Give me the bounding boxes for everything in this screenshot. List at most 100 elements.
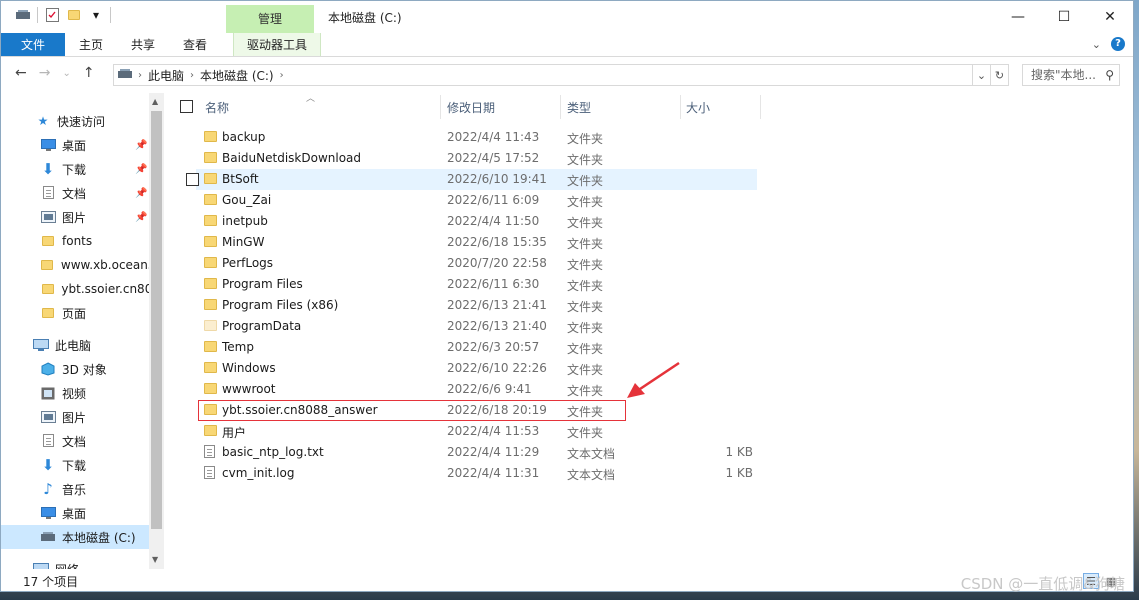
- table-row[interactable]: cvm_init.log 2022/4/4 11:31 文本文档 1 KB: [196, 463, 757, 484]
- watermark: CSDN @一直低调&狗塘: [960, 575, 1125, 593]
- document-icon: [40, 433, 56, 449]
- sidebar-item-pc-downloads[interactable]: ⬇ 下载: [1, 453, 149, 477]
- column-date[interactable]: 修改日期: [447, 99, 495, 116]
- drive-icon[interactable]: [15, 7, 31, 23]
- sidebar-item-label: fonts: [62, 234, 93, 248]
- folder-icon: [204, 362, 217, 376]
- tab-manage[interactable]: 管理: [226, 5, 314, 33]
- sidebar-item-pc-documents[interactable]: 文档: [1, 429, 149, 453]
- minimize-button[interactable]: —: [995, 1, 1041, 33]
- sidebar-item-music[interactable]: ♪ 音乐: [1, 477, 149, 501]
- sidebar-item-local-disk[interactable]: 本地磁盘 (C:): [1, 525, 149, 549]
- folder-icon: [204, 173, 217, 187]
- folder-icon: [204, 194, 217, 208]
- table-row[interactable]: ProgramData 2022/6/13 21:40 文件夹: [196, 316, 757, 337]
- column-type[interactable]: 类型: [567, 99, 591, 116]
- column-size[interactable]: 大小: [686, 99, 710, 116]
- table-row[interactable]: basic_ntp_log.txt 2022/4/4 11:29 文本文档 1 KB: [196, 442, 757, 463]
- sidebar-item-ybt-ssoier[interactable]: ybt.ssoier.cn80: [1, 277, 149, 301]
- sidebar-item-label: 下载: [62, 458, 87, 473]
- sidebar-item-pictures[interactable]: 图片 📌: [1, 205, 149, 229]
- divider: [37, 7, 38, 23]
- sidebar-item-pc-pictures[interactable]: 图片: [1, 405, 149, 429]
- navigation-scrollbar[interactable]: ▲ ▼: [149, 93, 164, 569]
- table-row[interactable]: BtSoft 2022/6/10 19:41 文件夹: [186, 169, 757, 190]
- scroll-up-icon[interactable]: ▲: [152, 97, 158, 106]
- chevron-right-icon[interactable]: ›: [138, 70, 142, 81]
- column-name[interactable]: 名称: [205, 99, 229, 116]
- recent-locations-icon[interactable]: ⌄: [62, 68, 70, 79]
- column-divider[interactable]: [760, 95, 761, 119]
- tab-view[interactable]: 查看: [169, 33, 221, 56]
- download-arrow-icon: ⬇: [41, 456, 55, 474]
- file-name: backup: [222, 130, 266, 144]
- scroll-down-icon[interactable]: ▼: [152, 555, 158, 564]
- scrollbar-thumb[interactable]: [151, 111, 162, 529]
- breadcrumb-this-pc[interactable]: 此电脑: [148, 67, 184, 84]
- sidebar-item-pages[interactable]: 页面: [1, 301, 149, 325]
- table-row[interactable]: BaiduNetdiskDownload 2022/4/5 17:52 文件夹: [196, 148, 757, 169]
- search-input[interactable]: 搜索"本地... ⚲: [1022, 64, 1120, 86]
- file-name: ProgramData: [222, 319, 302, 333]
- sidebar-item-quick-access[interactable]: ★ 快速访问: [1, 109, 149, 133]
- tab-share[interactable]: 共享: [117, 33, 169, 56]
- sidebar-item-fonts[interactable]: fonts: [1, 229, 149, 253]
- sidebar-item-label: 下载: [62, 162, 87, 177]
- column-divider[interactable]: [560, 95, 561, 119]
- table-row[interactable]: backup 2022/4/4 11:43 文件夹: [196, 127, 757, 148]
- file-type: 文件夹: [567, 300, 604, 314]
- pin-icon[interactable]: 📌: [135, 212, 147, 223]
- table-row[interactable]: Gou_Zai 2022/6/11 6:09 文件夹: [196, 190, 757, 211]
- sidebar-item-3d-objects[interactable]: 3D 对象: [1, 357, 149, 381]
- new-folder-icon[interactable]: [66, 7, 82, 23]
- chevron-right-icon[interactable]: ›: [280, 70, 284, 81]
- film-icon: [40, 385, 56, 401]
- sidebar-item-network[interactable]: 网络: [1, 557, 149, 569]
- pin-icon[interactable]: 📌: [135, 140, 147, 151]
- expand-ribbon-icon[interactable]: ⌄: [1092, 38, 1101, 51]
- table-row[interactable]: MinGW 2022/6/18 15:35 文件夹: [196, 232, 757, 253]
- up-arrow-icon[interactable]: ↑: [83, 65, 95, 81]
- sidebar-item-documents[interactable]: 文档 📌: [1, 181, 149, 205]
- sidebar-item-videos[interactable]: 视频: [1, 381, 149, 405]
- select-all-checkbox[interactable]: [180, 100, 193, 113]
- history-dropdown-icon[interactable]: ⌄: [972, 65, 990, 85]
- sidebar-item-desktop[interactable]: 桌面 📌: [1, 133, 149, 157]
- pin-icon[interactable]: 📌: [135, 188, 147, 199]
- pin-icon[interactable]: 📌: [135, 164, 147, 175]
- chevron-right-icon[interactable]: ›: [190, 70, 194, 81]
- properties-icon[interactable]: [44, 7, 60, 23]
- close-button[interactable]: ✕: [1087, 1, 1133, 33]
- tab-drive-tools[interactable]: 驱动器工具: [233, 33, 322, 56]
- red-arrow-annotation: [627, 361, 680, 398]
- tab-home[interactable]: 主页: [65, 33, 117, 56]
- table-row[interactable]: Temp 2022/6/3 20:57 文件夹: [196, 337, 757, 358]
- table-row[interactable]: inetpub 2022/4/4 11:50 文件夹: [196, 211, 757, 232]
- column-divider[interactable]: [680, 95, 681, 119]
- maximize-button[interactable]: ☐: [1041, 1, 1087, 33]
- file-name: BtSoft: [222, 172, 259, 186]
- file-name: basic_ntp_log.txt: [222, 445, 324, 459]
- table-row[interactable]: Program Files (x86) 2022/6/13 21:41 文件夹: [196, 295, 757, 316]
- sidebar-item-this-pc[interactable]: 此电脑: [1, 333, 149, 357]
- sidebar-item-www-xb-ocean[interactable]: www.xb.ocean5: [1, 253, 149, 277]
- help-icon[interactable]: ?: [1111, 37, 1125, 51]
- table-row[interactable]: PerfLogs 2020/7/20 22:58 文件夹: [196, 253, 757, 274]
- file-date: 2022/4/5 17:52: [447, 151, 540, 165]
- sidebar-item-label: 桌面: [62, 138, 87, 153]
- row-checkbox[interactable]: [186, 173, 199, 186]
- address-bar[interactable]: › 此电脑 › 本地磁盘 (C:) › ⌄ ↻: [113, 64, 1009, 86]
- sidebar-item-pc-desktop[interactable]: 桌面: [1, 501, 149, 525]
- refresh-icon[interactable]: ↻: [990, 65, 1008, 85]
- forward-arrow-icon[interactable]: →: [39, 65, 51, 81]
- breadcrumb-local-disk[interactable]: 本地磁盘 (C:): [200, 67, 274, 84]
- sidebar-item-downloads[interactable]: ⬇ 下载 📌: [1, 157, 149, 181]
- tab-file[interactable]: 文件: [1, 33, 65, 56]
- table-row[interactable]: 用户 2022/4/4 11:53 文件夹: [196, 421, 757, 442]
- file-type: 文件夹: [567, 258, 604, 272]
- file-date: 2022/4/4 11:43: [447, 130, 540, 144]
- table-row[interactable]: Program Files 2022/6/11 6:30 文件夹: [196, 274, 757, 295]
- column-divider[interactable]: [440, 95, 441, 119]
- back-arrow-icon[interactable]: ←: [15, 65, 27, 81]
- customize-toolbar-icon[interactable]: ▾: [88, 7, 104, 23]
